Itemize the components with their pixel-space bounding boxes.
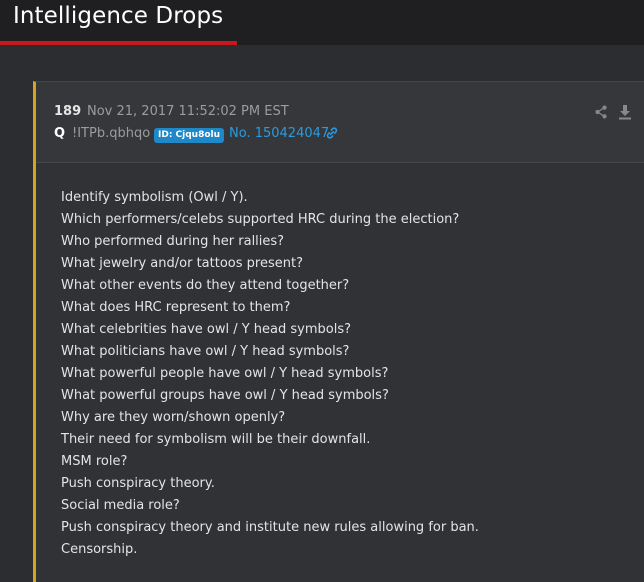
link-icon[interactable] — [325, 126, 339, 140]
post-line: Censorship. — [61, 542, 138, 557]
post-line: What celebrities have owl / Y head symbo… — [61, 322, 352, 337]
title-accent-underline — [0, 41, 237, 45]
page-title: Intelligence Drops — [13, 3, 224, 29]
post-line: What powerful people have owl / Y head s… — [61, 366, 389, 381]
post-line: Why are they worn/shown openly? — [61, 410, 286, 425]
post-line: What does HRC represent to them? — [61, 300, 291, 315]
post-line: MSM role? — [61, 454, 128, 469]
post-line: What politicians have owl / Y head symbo… — [61, 344, 350, 359]
poster-id-badge: ID: Cjqu8olu — [154, 128, 225, 143]
post-line: Their need for symbolism will be their d… — [61, 432, 371, 447]
post-number: 189 — [54, 104, 82, 119]
post-line: Which performers/celebs supported HRC du… — [61, 212, 460, 227]
top-bar-divider — [237, 41, 644, 45]
post-header: 189 Nov 21, 2017 11:52:02 PM EST Q !ITPb… — [36, 82, 644, 163]
post-date: Nov 21, 2017 11:52:02 PM EST — [87, 104, 289, 119]
post-line: Push conspiracy theory and institute new… — [61, 520, 479, 535]
post-line: What jewelry and/or tattoos present? — [61, 256, 303, 271]
post-line: Who performed during her rallies? — [61, 234, 285, 249]
post-link[interactable]: No. 150424047 — [229, 126, 329, 141]
top-bar: Intelligence Drops — [0, 0, 644, 41]
post-line: Social media role? — [61, 498, 180, 513]
post-card: 189 Nov 21, 2017 11:52:02 PM EST Q !ITPb… — [33, 81, 644, 582]
post-tripcode: !ITPb.qbhqo — [72, 126, 151, 141]
post-line: What other events do they attend togethe… — [61, 278, 350, 293]
post-line: Push conspiracy theory. — [61, 476, 215, 491]
post-body: Identify symbolism (Owl / Y). Which perf… — [61, 187, 621, 561]
share-icon[interactable] — [594, 105, 608, 119]
post-line: Identify symbolism (Owl / Y). — [61, 190, 248, 205]
download-icon[interactable] — [618, 104, 632, 120]
post-author: Q — [54, 126, 66, 141]
post-line: What powerful groups have owl / Y head s… — [61, 388, 389, 403]
